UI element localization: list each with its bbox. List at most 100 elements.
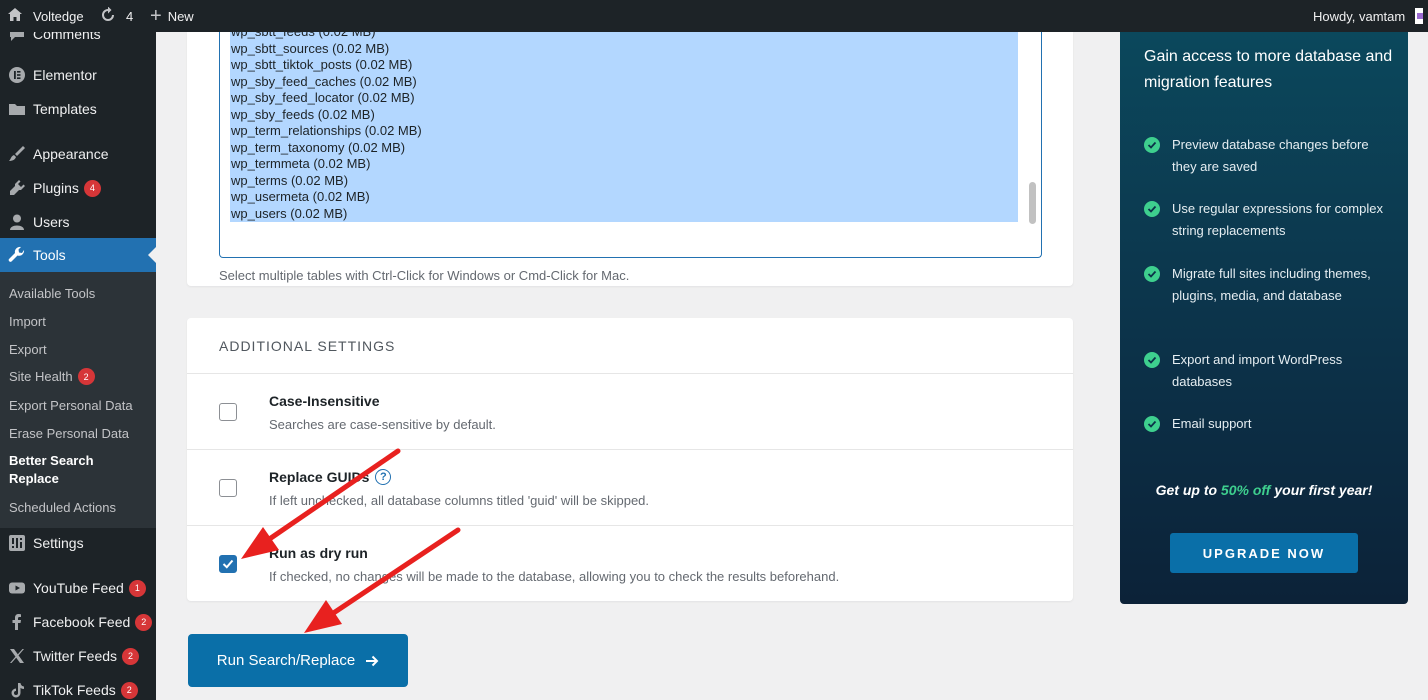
folder-icon <box>0 100 33 118</box>
settings-heading: ADDITIONAL SETTINGS <box>219 338 396 354</box>
promo-feature: Export and import WordPress databases <box>1144 349 1394 392</box>
promo-feature: Migrate full sites including themes, plu… <box>1144 263 1394 306</box>
upgrade-promo-panel: Gain access to more database and migrati… <box>1120 0 1408 604</box>
sidebar-item-comments[interactable]: Comments <box>0 32 156 51</box>
upgrade-now-button[interactable]: UPGRADE NOW <box>1170 533 1358 573</box>
table-option[interactable]: wp_sbtt_feeds (0.02 MB) <box>230 32 1018 41</box>
table-option[interactable]: wp_sbtt_tiktok_posts (0.02 MB) <box>230 57 1018 74</box>
site-health-badge: 2 <box>77 368 95 385</box>
tiktok-icon <box>0 682 33 698</box>
select-tables-card: wp_sbtt_feeds (0.02 MB) wp_sbtt_sources … <box>187 32 1073 286</box>
promo-title: Gain access to more database and migrati… <box>1144 48 1393 91</box>
updates-count: 4 <box>126 8 134 24</box>
arrow-right-icon <box>366 655 379 666</box>
table-list-scrollbar[interactable] <box>1029 182 1036 224</box>
sidebar-item-youtube-feed[interactable]: YouTube Feed 1 <box>0 571 156 605</box>
promo-feature: Use regular expressions for complex stri… <box>1144 198 1394 241</box>
submenu-site-health[interactable]: Site Health 2 <box>9 368 95 385</box>
sidebar-item-templates[interactable]: Templates <box>0 92 156 126</box>
plugins-badge: 4 <box>83 179 101 197</box>
submenu-import[interactable]: Import <box>9 314 46 329</box>
facebook-icon <box>0 613 33 631</box>
table-option[interactable]: wp_sbtt_sources (0.02 MB) <box>230 41 1018 58</box>
admin-bar: Voltedge 4 + New Howdy, vamtam <box>0 0 1428 32</box>
site-name: Voltedge <box>33 8 84 24</box>
check-circle-icon <box>1144 201 1160 217</box>
submenu-available-tools[interactable]: Available Tools <box>9 286 95 301</box>
dry-run-checkbox[interactable] <box>219 555 237 573</box>
sidebar-item-tools[interactable]: Tools <box>0 238 156 272</box>
sidebar-item-settings[interactable]: Settings <box>0 526 156 560</box>
new-content-link[interactable]: + New <box>150 0 194 32</box>
dry-run-title: Run as dry run <box>269 545 368 561</box>
checkmark-icon <box>222 559 234 569</box>
setting-row-dry-run: Run as dry run If checked, no changes wi… <box>187 526 1073 602</box>
elementor-icon <box>0 66 33 84</box>
plus-icon: + <box>150 5 162 27</box>
home-icon <box>7 7 23 26</box>
case-insensitive-checkbox[interactable] <box>219 403 237 421</box>
table-multiselect[interactable]: wp_sbtt_feeds (0.02 MB) wp_sbtt_sources … <box>219 32 1042 258</box>
replace-guids-title: Replace GUIDs ? <box>269 469 392 485</box>
new-label: New <box>167 8 194 24</box>
sidebar-item-users[interactable]: Users <box>0 205 156 239</box>
youtube-feed-badge: 1 <box>128 579 146 597</box>
refresh-icon <box>100 6 116 26</box>
promo-feature: Email support <box>1144 413 1394 435</box>
wrench-icon <box>0 246 33 264</box>
tools-submenu: Available Tools Import Export Site Healt… <box>0 272 156 528</box>
sidebar-item-tiktok-feeds[interactable]: TikTok Feeds 2 <box>0 673 156 700</box>
submenu-scheduled-actions[interactable]: Scheduled Actions <box>9 500 116 515</box>
offer-highlight: 50% off <box>1220 482 1271 498</box>
table-select-hint: Select multiple tables with Ctrl-Click f… <box>219 268 630 283</box>
tiktok-feeds-badge: 2 <box>120 681 138 699</box>
updates-link[interactable]: 4 <box>100 0 133 32</box>
table-option[interactable]: wp_terms (0.02 MB) <box>230 173 1018 190</box>
case-insensitive-desc: Searches are case-sensitive by default. <box>269 417 496 432</box>
table-option[interactable]: wp_term_relationships (0.02 MB) <box>230 123 1018 140</box>
setting-row-replace-guids: Replace GUIDs ? If left unchecked, all d… <box>187 450 1073 526</box>
admin-sidebar: Comments Elementor Templates Appearance … <box>0 32 156 700</box>
table-option-list: wp_sbtt_feeds (0.02 MB) wp_sbtt_sources … <box>230 32 1018 222</box>
check-circle-icon <box>1144 352 1160 368</box>
table-option[interactable]: wp_sby_feeds (0.02 MB) <box>230 107 1018 124</box>
check-circle-icon <box>1144 137 1160 153</box>
table-option[interactable]: wp_sby_feed_caches (0.02 MB) <box>230 74 1018 91</box>
site-name-link[interactable]: Voltedge <box>7 0 84 32</box>
settings-icon <box>0 534 33 552</box>
plugin-icon <box>0 179 33 197</box>
facebook-feed-badge: 2 <box>135 613 153 631</box>
sidebar-item-appearance[interactable]: Appearance <box>0 137 156 171</box>
submenu-erase-personal-data[interactable]: Erase Personal Data <box>9 426 129 441</box>
additional-settings-card: ADDITIONAL SETTINGS Case-Insensitive Sea… <box>187 318 1073 601</box>
table-option[interactable]: wp_usermeta (0.02 MB) <box>230 189 1018 206</box>
comment-icon <box>0 32 33 43</box>
dry-run-desc: If checked, no changes will be made to t… <box>269 569 840 584</box>
case-insensitive-title: Case-Insensitive <box>269 393 380 409</box>
table-option[interactable]: wp_termmeta (0.02 MB) <box>230 156 1018 173</box>
site-health-label: Site Health <box>9 369 73 384</box>
sidebar-item-facebook-feed[interactable]: Facebook Feed 2 <box>0 605 156 639</box>
submenu-better-search-replace[interactable]: Better Search Replace <box>9 452 119 488</box>
table-option[interactable]: wp_term_taxonomy (0.02 MB) <box>230 140 1018 157</box>
table-option[interactable]: wp_sby_feed_locator (0.02 MB) <box>230 90 1018 107</box>
submenu-export[interactable]: Export <box>9 342 47 357</box>
x-icon <box>0 648 33 664</box>
run-button-label: Run Search/Replace <box>216 652 356 669</box>
youtube-icon <box>0 579 33 597</box>
avatar <box>1415 8 1424 24</box>
sidebar-item-twitter-feeds[interactable]: Twitter Feeds 2 <box>0 639 156 673</box>
run-search-replace-button[interactable]: Run Search/Replace <box>188 634 408 687</box>
promo-offer: Get up to 50% off your first year! <box>1155 482 1373 498</box>
my-account-link[interactable]: Howdy, vamtam <box>1313 0 1424 32</box>
sidebar-item-elementor[interactable]: Elementor <box>0 58 156 92</box>
check-circle-icon <box>1144 416 1160 432</box>
sidebar-item-plugins[interactable]: Plugins 4 <box>0 171 156 205</box>
replace-guids-desc: If left unchecked, all database columns … <box>269 493 650 508</box>
help-icon[interactable]: ? <box>375 469 392 485</box>
submenu-export-personal-data[interactable]: Export Personal Data <box>9 398 133 413</box>
replace-guids-checkbox[interactable] <box>219 479 237 497</box>
table-option[interactable]: wp_users (0.02 MB) <box>230 206 1018 223</box>
brush-icon <box>0 145 33 163</box>
greeting: Howdy, vamtam <box>1313 8 1406 24</box>
